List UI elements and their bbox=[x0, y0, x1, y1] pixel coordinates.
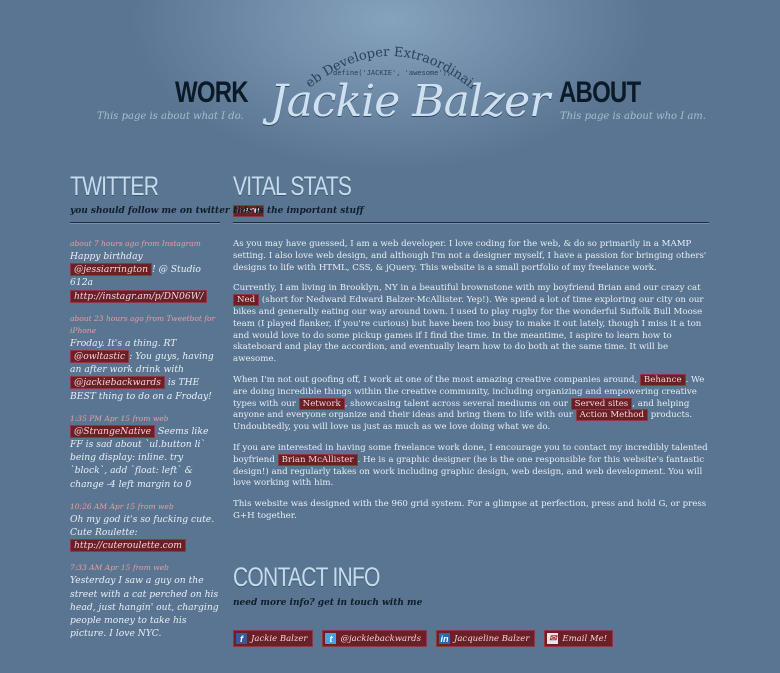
facebook-link[interactable]: f Jackie Balzer bbox=[233, 630, 314, 647]
served-sites-link[interactable]: Served sites bbox=[570, 397, 633, 410]
tweet: about 7 hours ago from Instagram Happy b… bbox=[70, 238, 220, 303]
twitter-heading: TWITTER bbox=[70, 171, 159, 201]
linkedin-link[interactable]: in Jacqueline Balzer bbox=[435, 630, 536, 647]
bio-paragraph: This website was designed with the 960 g… bbox=[233, 499, 707, 521]
nav-about-subtitle: This page is about who I am. bbox=[560, 111, 706, 122]
tweet-link[interactable]: @jackiebackwards bbox=[70, 376, 166, 390]
vital-stats-subheading: this is the important stuff bbox=[233, 206, 364, 216]
tweet: 1:35 PM Apr 15 from web @StrangeNative S… bbox=[70, 413, 220, 491]
facebook-icon: f bbox=[236, 633, 247, 644]
tweet-link[interactable]: @owltastic bbox=[70, 350, 130, 364]
contact-section: CONTACT INFO need more info? get in touc… bbox=[233, 563, 709, 608]
tweet-link[interactable]: http://instagr.am/p/DN06W/ bbox=[70, 289, 208, 303]
tweet-text: Happy birthday bbox=[70, 251, 143, 262]
tweet-text: Yesterday I saw a guy on the street with… bbox=[70, 575, 219, 640]
tweet-text: Froday. It's a thing. RT bbox=[70, 337, 177, 349]
twitter-section: TWITTER you should follow me on twitter … bbox=[70, 171, 264, 650]
tweet-meta: 1:35 PM Apr 15 from web bbox=[70, 413, 169, 423]
email-label: Email Me! bbox=[562, 633, 608, 644]
nav-about[interactable]: ABOUT bbox=[559, 78, 641, 108]
text: Currently, I am living in Brooklyn, NY i… bbox=[233, 283, 701, 294]
contact-subheading: need more info? get in touch with me bbox=[233, 598, 423, 608]
mail-icon: ✉ bbox=[547, 633, 559, 644]
twitter-link[interactable]: t @jackiebackwards bbox=[322, 630, 427, 647]
bio-text: As you may have guessed, I am a web deve… bbox=[233, 239, 709, 523]
facebook-label: Jackie Balzer bbox=[251, 633, 308, 644]
tweet: about 23 hours ago from Tweetbot for iPh… bbox=[70, 313, 220, 403]
divider bbox=[70, 222, 220, 224]
brian-mcallister-link[interactable]: Brian McAllister bbox=[277, 453, 358, 466]
tweet-meta: 7:33 AM Apr 15 from web bbox=[70, 563, 169, 573]
tweet-link[interactable]: http://cuteroulette.com bbox=[70, 539, 187, 553]
site-logo[interactable]: Jackie Balzer bbox=[270, 76, 550, 127]
vital-stats-heading: VITAL STATS bbox=[233, 171, 352, 201]
text: (short for Nedward Edward Balzer-McAllis… bbox=[233, 295, 704, 365]
twitter-subheading: you should follow me on twitter here bbox=[70, 205, 264, 217]
twitter-sub-text: you should follow me on twitter bbox=[70, 206, 230, 216]
tweet: 7:33 AM Apr 15 from web Yesterday I saw … bbox=[70, 562, 220, 640]
tweet-link[interactable]: @StrangeNative bbox=[70, 424, 156, 438]
linkedin-label: Jacqueline Balzer bbox=[453, 633, 530, 644]
tweet: 10:26 AM Apr 15 from web Oh my god it's … bbox=[70, 501, 220, 553]
tweet-meta: about 7 hours ago from Instagram bbox=[70, 239, 201, 248]
bio-paragraph: As you may have guessed, I am a web deve… bbox=[233, 239, 707, 273]
text: When I'm not out goofing off, I work at … bbox=[233, 374, 640, 385]
twitter-icon: t bbox=[325, 633, 337, 644]
action-method-link[interactable]: Action Method bbox=[575, 409, 649, 422]
linkedin-icon: in bbox=[438, 633, 450, 644]
bio-paragraph: Currently, I am living in Brooklyn, NY i… bbox=[233, 283, 709, 366]
network-link[interactable]: Network bbox=[298, 397, 345, 410]
bio-paragraph: When I'm not out goofing off, I work at … bbox=[233, 373, 709, 434]
text: , showcasing talent across several mediu… bbox=[344, 398, 571, 409]
nav-work[interactable]: WORK bbox=[175, 78, 249, 108]
twitter-label: @jackiebackwards bbox=[340, 633, 421, 644]
vital-stats-section: VITAL STATS this is the important stuff … bbox=[233, 172, 709, 532]
tweet-link[interactable]: @jessiarrington bbox=[70, 263, 152, 277]
ned-link[interactable]: Ned bbox=[233, 294, 260, 307]
behance-link[interactable]: Behance bbox=[639, 373, 686, 386]
tweet-list: about 7 hours ago from Instagram Happy b… bbox=[70, 238, 220, 640]
email-link[interactable]: ✉ Email Me! bbox=[544, 630, 614, 647]
tweet-meta: about 23 hours ago from Tweetbot for iPh… bbox=[70, 313, 216, 335]
contact-heading: CONTACT INFO bbox=[233, 562, 380, 592]
nav-work-subtitle: This page is about what I do. bbox=[97, 111, 244, 122]
social-links: f Jackie Balzer t @jackiebackwards in Ja… bbox=[233, 630, 614, 647]
tweet-meta: 10:26 AM Apr 15 from web bbox=[70, 501, 174, 511]
tweet-text: Oh my god it's so fucking cute. Cute Rou… bbox=[70, 513, 215, 539]
divider bbox=[233, 222, 709, 224]
bio-paragraph: If you are interested in having some fre… bbox=[233, 443, 709, 490]
